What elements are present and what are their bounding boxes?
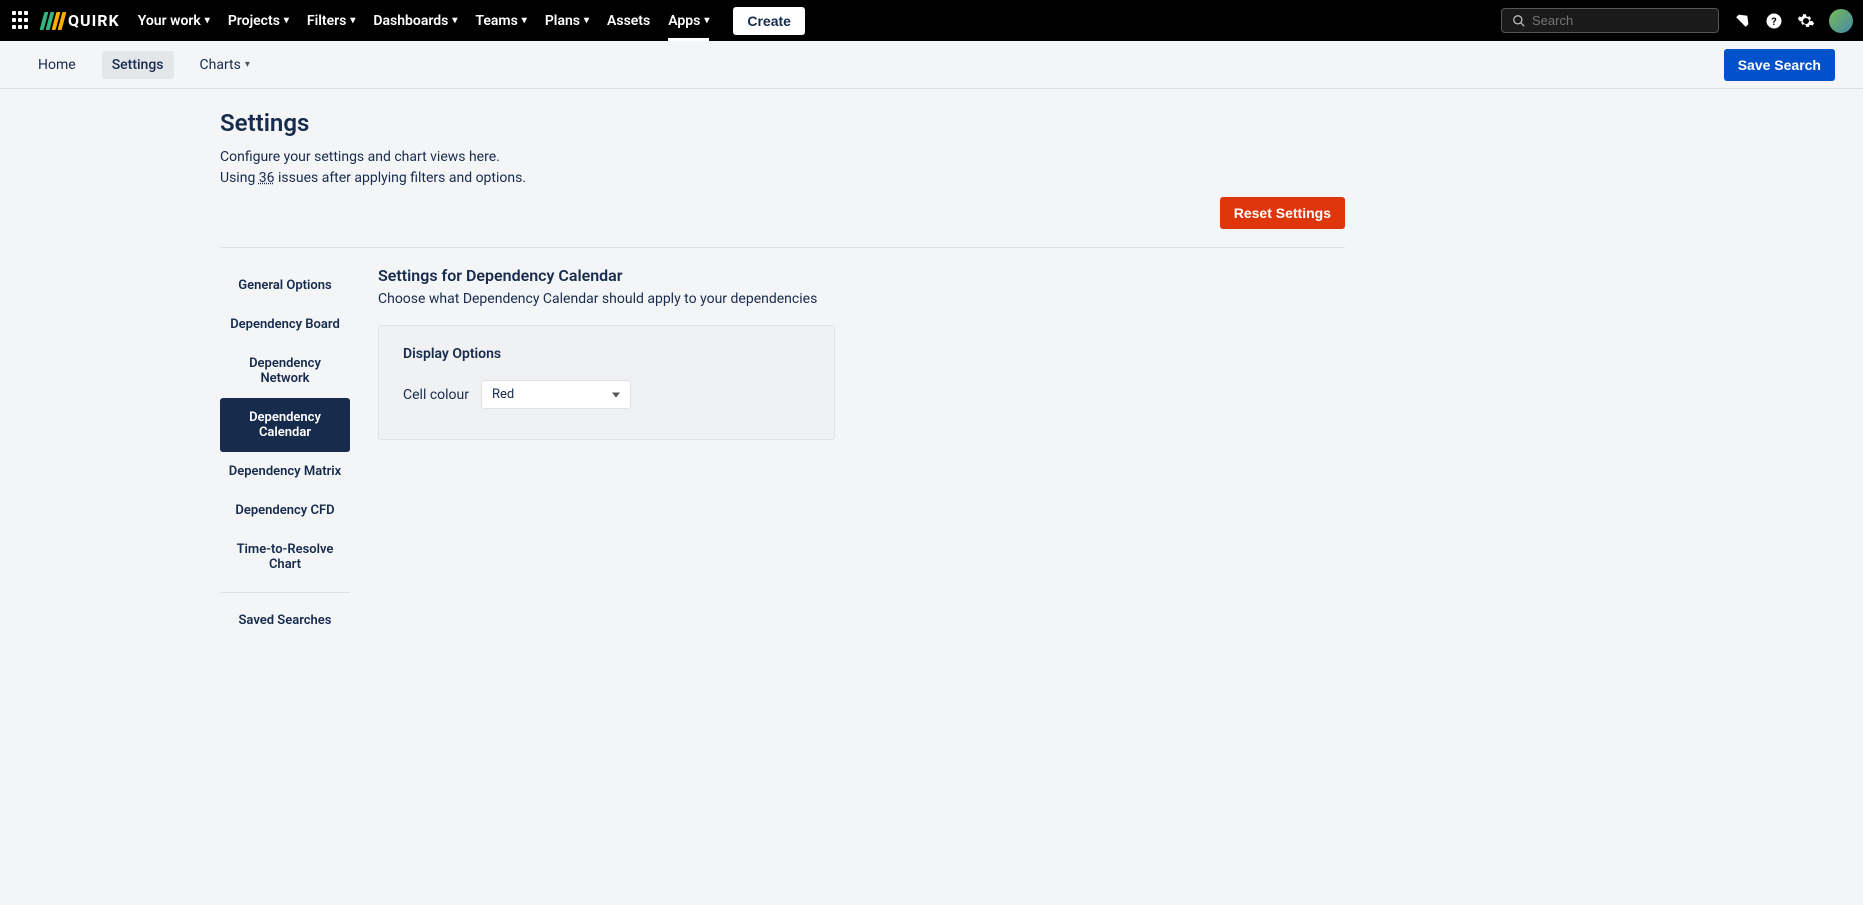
side-tabs: General Options Dependency Board Depende… bbox=[220, 266, 350, 640]
help-icon[interactable]: ? bbox=[1765, 12, 1783, 30]
settings-icon[interactable] bbox=[1797, 12, 1815, 30]
side-tab-calendar[interactable]: Dependency Calendar bbox=[220, 398, 350, 452]
app-switcher-icon[interactable] bbox=[10, 9, 34, 33]
card-heading: Display Options bbox=[403, 346, 810, 362]
panel-heading: Settings for Dependency Calendar bbox=[378, 266, 835, 285]
panel-sub: Choose what Dependency Calendar should a… bbox=[378, 291, 835, 307]
chevron-down-icon: ▾ bbox=[522, 15, 527, 26]
chevron-down-icon: ▾ bbox=[245, 59, 250, 70]
subnav: Home Settings Charts▾ Save Search bbox=[0, 41, 1863, 89]
logo-icon bbox=[42, 12, 64, 30]
page-subtitle-line1: Configure your settings and chart views … bbox=[220, 147, 1345, 168]
side-tab-cfd[interactable]: Dependency CFD bbox=[220, 491, 350, 530]
avatar[interactable] bbox=[1829, 9, 1853, 33]
subnav-home[interactable]: Home bbox=[28, 51, 86, 79]
topnav: QUIRK Your work▾ Projects▾ Filters▾ Dash… bbox=[0, 0, 1863, 41]
subnav-right: Save Search bbox=[1724, 49, 1835, 81]
side-separator bbox=[220, 592, 350, 593]
logo-text: QUIRK bbox=[68, 11, 120, 30]
side-tab-network[interactable]: Dependency Network bbox=[220, 344, 350, 398]
issue-count[interactable]: 36 bbox=[259, 170, 275, 186]
search-icon bbox=[1512, 14, 1526, 28]
chevron-down-icon: ▾ bbox=[452, 15, 457, 26]
nav-teams[interactable]: Teams▾ bbox=[475, 13, 526, 29]
header-row: Reset Settings bbox=[220, 197, 1345, 248]
cell-colour-value: Red bbox=[492, 387, 514, 402]
page-subtitle: Configure your settings and chart views … bbox=[220, 147, 1345, 189]
subnav-charts[interactable]: Charts▾ bbox=[190, 51, 260, 79]
side-tab-board[interactable]: Dependency Board bbox=[220, 305, 350, 344]
save-search-button[interactable]: Save Search bbox=[1724, 49, 1835, 81]
cell-colour-label: Cell colour bbox=[403, 387, 469, 403]
side-tab-matrix[interactable]: Dependency Matrix bbox=[220, 452, 350, 491]
chevron-down-icon: ▾ bbox=[284, 15, 289, 26]
search-input[interactable] bbox=[1532, 13, 1708, 28]
cell-colour-select[interactable]: Red bbox=[481, 380, 631, 409]
nav-apps[interactable]: Apps▾ bbox=[668, 13, 709, 29]
side-tab-general[interactable]: General Options bbox=[220, 266, 350, 305]
logo[interactable]: QUIRK bbox=[42, 11, 120, 30]
subnav-items: Home Settings Charts▾ bbox=[28, 51, 260, 79]
reset-settings-button[interactable]: Reset Settings bbox=[1220, 197, 1345, 229]
main: Settings Configure your settings and cha… bbox=[0, 89, 1345, 680]
subnav-settings[interactable]: Settings bbox=[102, 51, 174, 79]
nav-your-work[interactable]: Your work▾ bbox=[138, 13, 210, 29]
nav-filters[interactable]: Filters▾ bbox=[307, 13, 355, 29]
content-row: General Options Dependency Board Depende… bbox=[220, 266, 1345, 640]
side-tab-saved-searches[interactable]: Saved Searches bbox=[220, 601, 350, 640]
search-box[interactable] bbox=[1501, 8, 1719, 33]
svg-text:?: ? bbox=[1771, 14, 1776, 27]
chevron-down-icon: ▾ bbox=[584, 15, 589, 26]
nav-dashboards[interactable]: Dashboards▾ bbox=[373, 13, 457, 29]
chevron-down-icon: ▾ bbox=[205, 15, 210, 26]
chevron-down-icon: ▾ bbox=[704, 15, 709, 26]
page-title: Settings bbox=[220, 109, 1345, 137]
cell-colour-row: Cell colour Red bbox=[403, 380, 810, 409]
page-subtitle-line2: Using 36 issues after applying filters a… bbox=[220, 168, 1345, 189]
nav-projects[interactable]: Projects▾ bbox=[228, 13, 289, 29]
create-button[interactable]: Create bbox=[733, 7, 805, 35]
chevron-down-icon: ▾ bbox=[350, 15, 355, 26]
panel: Settings for Dependency Calendar Choose … bbox=[378, 266, 835, 640]
notifications-icon[interactable] bbox=[1733, 12, 1751, 30]
side-tab-ttr[interactable]: Time-to-Resolve Chart bbox=[220, 530, 350, 584]
display-options-card: Display Options Cell colour Red bbox=[378, 325, 835, 440]
topnav-right: ? bbox=[1501, 8, 1853, 33]
topnav-items: Your work▾ Projects▾ Filters▾ Dashboards… bbox=[138, 7, 805, 35]
nav-assets[interactable]: Assets bbox=[607, 13, 650, 29]
nav-plans[interactable]: Plans▾ bbox=[545, 13, 589, 29]
